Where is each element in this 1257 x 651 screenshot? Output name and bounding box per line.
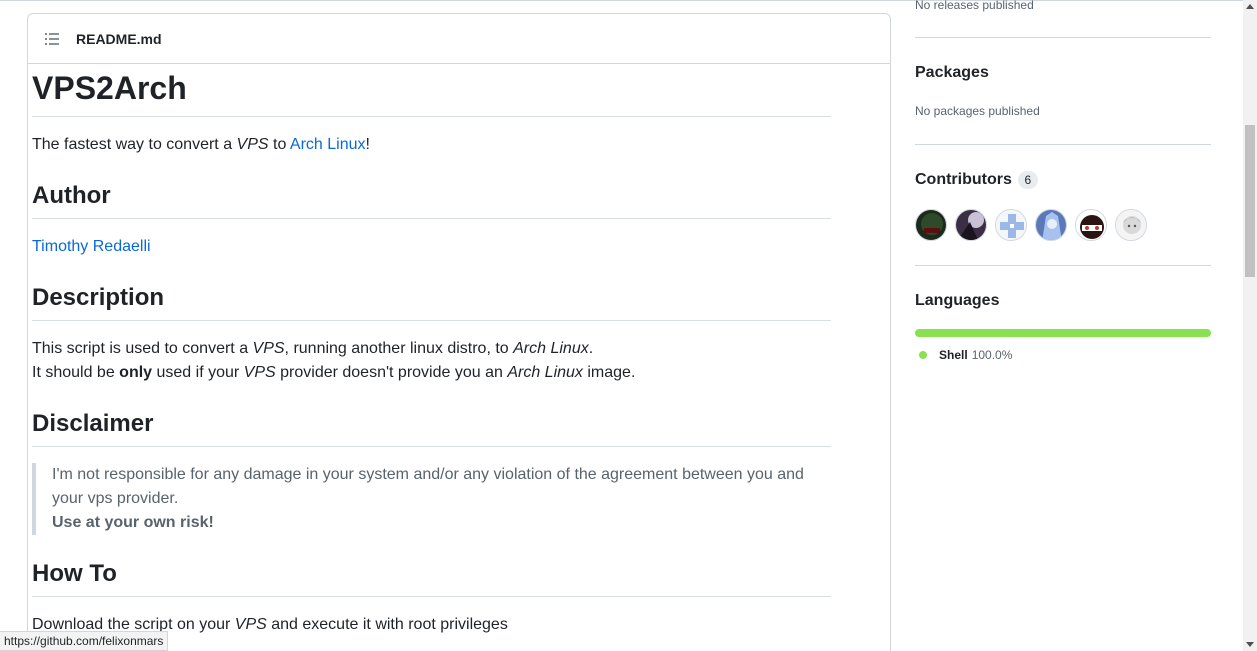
desc-text: .: [588, 340, 594, 357]
language-bar: [915, 329, 1211, 337]
readme-article: VPS2Arch The fastest way to convert a VP…: [32, 68, 831, 651]
scroll-down-arrow-icon[interactable]: [1246, 642, 1254, 647]
language-name: Shell: [939, 348, 968, 362]
contributors-header: Contributors 6: [915, 171, 1038, 189]
intro-suffix: !: [365, 136, 370, 153]
scrollbar-thumb[interactable]: [1245, 125, 1255, 277]
intro-to: to: [268, 136, 290, 153]
description-heading: Description: [32, 283, 831, 321]
author-paragraph: Timothy Redaelli: [32, 235, 831, 259]
readme-header: README.md: [28, 14, 890, 64]
desc-text: provider doesn't provide you an: [275, 364, 508, 381]
contributor-avatar[interactable]: [1115, 209, 1147, 241]
desc-arch: Arch Linux: [513, 340, 589, 357]
howto-heading: How To: [32, 559, 831, 597]
contributor-avatar[interactable]: [915, 209, 947, 241]
sidebar-divider: [915, 265, 1211, 266]
contributors-avatars: [915, 209, 1147, 241]
disclaimer-heading: Disclaimer: [32, 409, 831, 447]
author-heading: Author: [32, 181, 831, 219]
packages-empty-text: No packages published: [915, 104, 1040, 118]
list-unordered-icon[interactable]: [44, 31, 60, 47]
disclaimer-text: I'm not responsible for any damage in yo…: [52, 466, 804, 507]
packages-title[interactable]: Packages: [915, 64, 989, 82]
desc-text: used if your: [152, 364, 244, 381]
contributor-avatar[interactable]: [995, 209, 1027, 241]
readme-filename[interactable]: README.md: [76, 31, 162, 47]
sidebar-divider: [915, 37, 1211, 38]
desc-arch: Arch Linux: [507, 364, 583, 381]
desc-text: It should be: [32, 364, 120, 381]
description-paragraph: This script is used to convert a VPS, ru…: [32, 337, 831, 385]
desc-vps: VPS: [252, 340, 285, 357]
readme-title: VPS2Arch: [32, 68, 831, 117]
language-color-dot: [919, 351, 927, 359]
desc-text: image.: [582, 364, 636, 381]
desc-text: This script is used to convert a: [32, 340, 253, 357]
contributor-avatar[interactable]: [955, 209, 987, 241]
language-item-shell[interactable]: Shell 100.0%: [915, 348, 1012, 362]
link-preview-statusbar: https://github.com/felixonmars: [0, 631, 169, 651]
languages-title: Languages: [915, 292, 1000, 309]
sidebar-divider: [915, 144, 1211, 145]
desc-vps: VPS: [243, 364, 276, 381]
desc-text: , running another linux distro, to: [284, 340, 514, 357]
contributors-count-badge: 6: [1017, 171, 1038, 189]
disclaimer-blockquote: I'm not responsible for any damage in yo…: [32, 463, 831, 535]
contributors-title[interactable]: Contributors: [915, 171, 1012, 189]
contributor-avatar[interactable]: [1075, 209, 1107, 241]
contributor-avatar[interactable]: [1035, 209, 1067, 241]
author-link[interactable]: Timothy Redaelli: [32, 238, 151, 255]
releases-empty-text: No releases published: [915, 0, 1034, 12]
disclaimer-warning: Use at your own risk!: [52, 514, 214, 531]
page-scrollbar[interactable]: [1243, 0, 1257, 651]
intro-vps: VPS: [236, 136, 269, 153]
arch-linux-link[interactable]: Arch Linux: [290, 136, 366, 153]
top-divider: [0, 0, 1243, 1]
desc-only: only: [119, 364, 153, 381]
howto-vps: VPS: [234, 616, 267, 633]
howto-text: and execute it with root privileges: [266, 616, 508, 633]
scroll-up-arrow-icon[interactable]: [1246, 4, 1254, 9]
intro-paragraph: The fastest way to convert a VPS to Arch…: [32, 133, 831, 157]
intro-text: The fastest way to convert a: [32, 136, 237, 153]
language-percent: 100.0%: [971, 348, 1013, 362]
